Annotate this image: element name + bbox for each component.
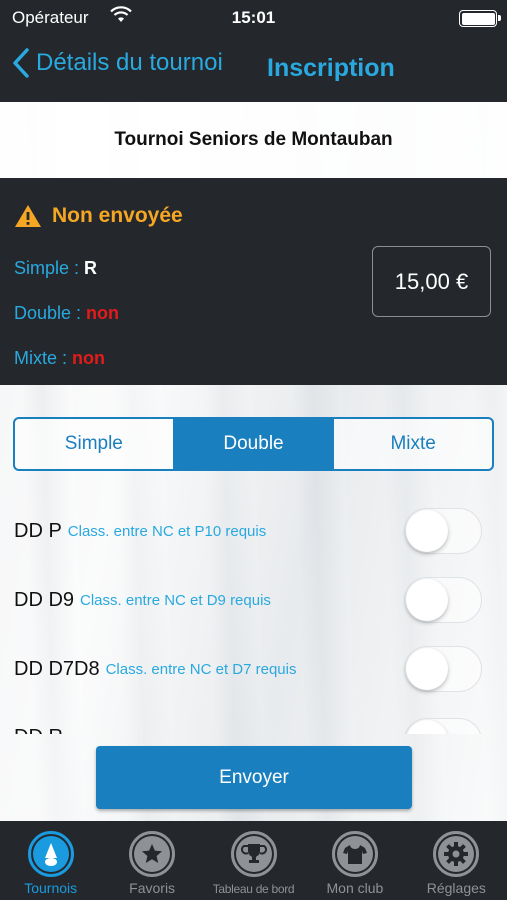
trophy-icon (230, 831, 277, 877)
tab-reglages[interactable]: Réglages (406, 821, 507, 900)
simple-status-value: R (84, 258, 98, 278)
event-name: DD D7D8 (14, 657, 100, 680)
double-status-row: Double : non (14, 303, 119, 324)
status-label: Non envoyée (52, 204, 183, 227)
event-name: DD P (14, 519, 62, 542)
send-button[interactable]: Envoyer (96, 746, 412, 809)
gear-icon (433, 831, 480, 877)
warning-icon (15, 205, 41, 227)
event-toggle[interactable] (404, 508, 482, 554)
shirt-icon (331, 831, 378, 877)
battery-icon (459, 10, 501, 27)
event-requirement: Class. entre NC et P10 requis (67, 522, 267, 540)
back-button[interactable]: Détails du tournoi (12, 48, 223, 78)
event-toggle[interactable] (404, 718, 482, 734)
tab-label: Tournois (24, 880, 78, 896)
navigation-bar: Détails du tournoi Inscription (0, 36, 507, 102)
tab-tableau-de-bord[interactable]: Tableau de bord (203, 821, 304, 900)
tab-tournois[interactable]: Tournois (0, 821, 101, 900)
page-title: Inscription (267, 54, 395, 82)
event-toggle[interactable] (404, 646, 482, 692)
event-requirement: Class. entre NC et D7 requis (105, 660, 297, 678)
list-item: DD D9 Class. entre NC et D9 requis (14, 577, 494, 623)
segment-simple[interactable]: Simple (15, 419, 173, 469)
status-bar: Opérateur 15:01 (0, 0, 507, 36)
mixte-status-value: non (72, 348, 106, 368)
list-item: DD P Class. entre NC et P10 requis (14, 508, 494, 554)
double-status-value: non (86, 303, 120, 323)
tab-label: Mon club (326, 880, 384, 896)
chevron-left-icon (13, 48, 29, 78)
tab-mon-club[interactable]: Mon club (304, 821, 405, 900)
double-status-label: Double : (14, 303, 87, 323)
segment-mixte[interactable]: Mixte (332, 419, 492, 469)
price-box: 15,00 € (372, 246, 491, 317)
list-item: DD D7D8 Class. entre NC et D7 requis (14, 646, 494, 692)
tab-label: Réglages (426, 880, 486, 896)
list-item: DD R (14, 718, 494, 734)
tab-favoris[interactable]: Favoris (101, 821, 202, 900)
tab-label: Tableau de bord (212, 882, 295, 896)
mixte-status-row: Mixte : non (14, 348, 105, 369)
tab-label: Favoris (129, 880, 176, 896)
discipline-segmented-control: Simple Double Mixte (13, 417, 494, 471)
simple-status-label: Simple : (14, 258, 85, 278)
back-button-label: Détails du tournoi (36, 49, 223, 76)
registration-status-panel: Non envoyée Simple : R Double : non Mixt… (0, 178, 507, 385)
clock: 15:01 (231, 8, 276, 27)
event-requirement: Class. entre NC et D9 requis (80, 591, 271, 609)
segment-double[interactable]: Double (172, 419, 333, 469)
mixte-status-label: Mixte : (14, 348, 73, 368)
event-toggle[interactable] (404, 577, 482, 623)
simple-status-row: Simple : R (14, 258, 97, 279)
star-icon (129, 831, 176, 877)
shuttlecock-icon (27, 831, 74, 877)
tournament-name: Tournoi Seniors de Montauban (0, 102, 507, 178)
event-name: DD D9 (14, 588, 75, 611)
event-name: DD R (14, 726, 63, 734)
tab-bar: Tournois Favoris Tableau de bord Mon clu… (0, 821, 507, 900)
status-header: Non envoyée (14, 204, 183, 228)
